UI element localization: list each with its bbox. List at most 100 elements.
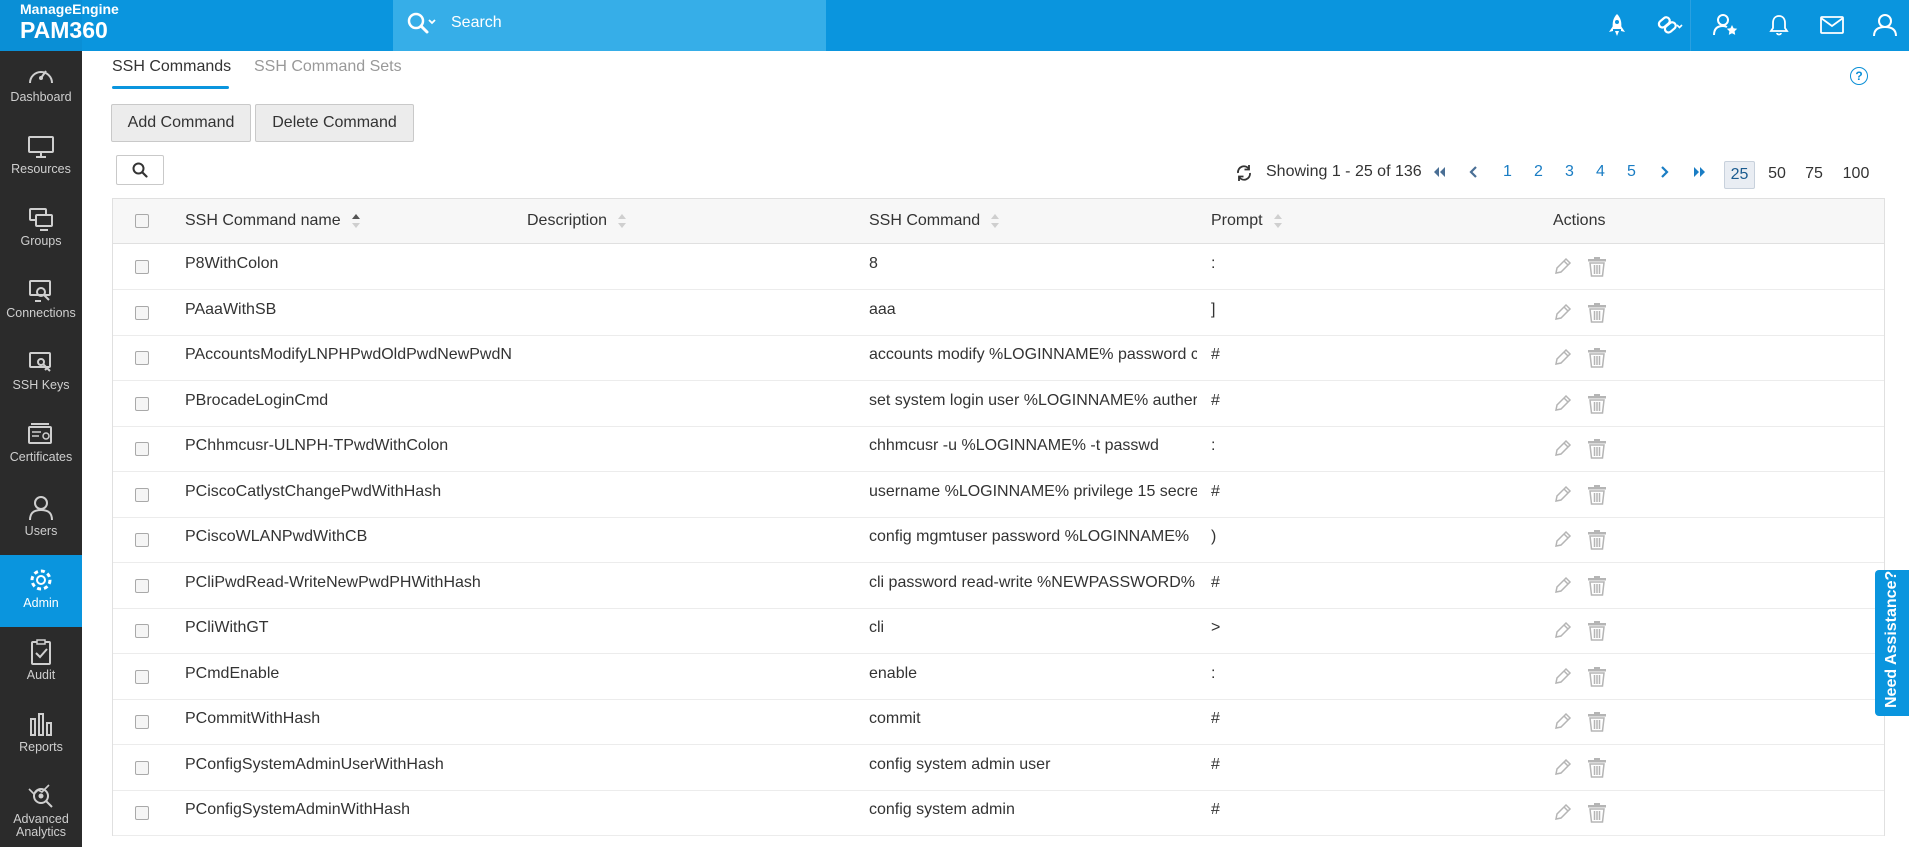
edit-icon[interactable]	[1553, 438, 1573, 463]
row-checkbox[interactable]	[135, 760, 149, 775]
trash-icon[interactable]	[1586, 620, 1608, 647]
trash-icon[interactable]	[1586, 575, 1608, 602]
sidebar-item-label: Reports	[19, 740, 63, 754]
sidebar-item-groups[interactable]: Groups	[0, 195, 82, 267]
row-checkbox[interactable]	[135, 260, 149, 274]
tab-ssh-command-sets[interactable]: SSH Command Sets	[254, 58, 402, 76]
sidebar-item-resources[interactable]: Resources	[0, 123, 82, 195]
page-link-1[interactable]: 1	[1503, 163, 1512, 181]
rocket-icon[interactable]	[1602, 10, 1632, 40]
search-input[interactable]: Search	[451, 14, 502, 32]
table-row[interactable]: PConfigSystemAdminUserWithHash config sys…	[113, 745, 1884, 791]
trash-icon[interactable]	[1586, 256, 1608, 283]
sidebar-item-connections[interactable]: Connections	[0, 267, 82, 339]
global-search[interactable]: Search	[393, 0, 826, 51]
page-link-3[interactable]: 3	[1565, 163, 1574, 181]
table-search-button[interactable]	[116, 155, 164, 185]
edit-icon[interactable]	[1553, 256, 1573, 281]
prev-page-icon[interactable]	[1466, 164, 1480, 185]
sidebar-item-advanced-analytics[interactable]: Advanced Analytics	[0, 771, 82, 843]
page-size-25[interactable]: 25	[1724, 161, 1755, 189]
page-link-5[interactable]: 5	[1627, 163, 1636, 181]
sidebar-item-audit[interactable]: Audit	[0, 627, 82, 699]
trash-icon[interactable]	[1586, 529, 1608, 556]
page-link-2[interactable]: 2	[1534, 163, 1543, 181]
edit-icon[interactable]	[1553, 666, 1573, 691]
table-row[interactable]: PChhmcusr-ULNPH-TPwdWithColon chhmcusr -u…	[113, 426, 1884, 472]
sidebar-item-users[interactable]: Users	[0, 483, 82, 555]
trash-icon[interactable]	[1586, 484, 1608, 511]
row-checkbox[interactable]	[135, 715, 149, 729]
sidebar-item-ssh-keys[interactable]: SSH Keys	[0, 339, 82, 411]
row-checkbox[interactable]	[135, 487, 149, 502]
edit-icon[interactable]	[1553, 393, 1573, 418]
select-all-checkbox[interactable]	[135, 214, 149, 228]
column-header-description[interactable]: Description	[527, 212, 627, 230]
first-page-icon[interactable]	[1431, 164, 1447, 185]
row-checkbox[interactable]	[135, 578, 149, 593]
user-star-icon[interactable]	[1711, 10, 1741, 40]
column-header-name[interactable]: SSH Command name	[185, 212, 361, 230]
page-link-4[interactable]: 4	[1596, 163, 1605, 181]
table-row[interactable]: PBrocadeLoginCmd set system login user %L…	[113, 381, 1884, 427]
link-icon[interactable]	[1654, 10, 1684, 40]
trash-icon[interactable]	[1586, 711, 1608, 738]
row-checkbox[interactable]	[135, 351, 149, 365]
trash-icon[interactable]	[1586, 393, 1608, 420]
sidebar-item-admin[interactable]: Admin	[0, 555, 82, 627]
row-checkbox[interactable]	[135, 305, 149, 320]
edit-icon[interactable]	[1553, 484, 1573, 509]
page-size-75[interactable]: 75	[1799, 161, 1829, 187]
delete-command-button[interactable]: Delete Command	[255, 104, 414, 142]
edit-icon[interactable]	[1553, 757, 1573, 782]
row-checkbox[interactable]	[135, 669, 149, 684]
row-checkbox[interactable]	[135, 624, 149, 638]
edit-icon[interactable]	[1553, 711, 1573, 736]
trash-icon[interactable]	[1586, 438, 1608, 465]
trash-icon[interactable]	[1586, 666, 1608, 693]
edit-icon[interactable]	[1553, 529, 1573, 554]
edit-icon[interactable]	[1553, 575, 1573, 600]
table-row[interactable]: PCmdEnable enable:	[113, 654, 1884, 700]
page-size-50[interactable]: 50	[1762, 161, 1792, 187]
next-page-icon[interactable]	[1658, 164, 1672, 185]
row-checkbox[interactable]	[135, 396, 149, 411]
table-row[interactable]: PCiscoCatlystChangePwdWithHash username %…	[113, 472, 1884, 518]
column-header-prompt[interactable]: Prompt	[1211, 212, 1283, 230]
column-header-command[interactable]: SSH Command	[869, 212, 1000, 230]
need-assistance-tab[interactable]: Need Assistance?	[1875, 570, 1909, 716]
mail-icon[interactable]	[1817, 10, 1847, 40]
trash-icon[interactable]	[1586, 302, 1608, 329]
help-icon[interactable]: ?	[1850, 67, 1868, 85]
table-row[interactable]: PCliWithGT cli >	[113, 608, 1884, 654]
search-icon[interactable]	[405, 10, 437, 45]
bell-icon[interactable]	[1764, 10, 1794, 40]
table-row[interactable]: PConfigSystemAdminWithHash config system …	[113, 790, 1884, 836]
logo[interactable]: ManageEngine PAM360	[0, 0, 119, 51]
row-checkbox[interactable]	[135, 806, 149, 820]
refresh-icon[interactable]	[1235, 164, 1253, 187]
add-command-button[interactable]: Add Command	[111, 104, 251, 142]
row-checkbox[interactable]	[135, 533, 149, 547]
table-row[interactable]: PCiscoWLANPwdWithCB config mgmtuser passw…	[113, 517, 1884, 563]
tab-ssh-commands[interactable]: SSH Commands	[112, 58, 231, 76]
table-row[interactable]: PAaaWithSB aaa]	[113, 290, 1884, 336]
table-row[interactable]: PCliPwdRead-WriteNewPwdPHWithHash cli pas…	[113, 563, 1884, 609]
profile-icon[interactable]	[1870, 10, 1900, 40]
trash-icon[interactable]	[1586, 347, 1608, 374]
page-size-100[interactable]: 100	[1836, 161, 1876, 187]
edit-icon[interactable]	[1553, 802, 1573, 827]
sidebar-item-certificates[interactable]: Certificates	[0, 411, 82, 483]
edit-icon[interactable]	[1553, 347, 1573, 372]
table-row[interactable]: P8WithColon 8:	[113, 244, 1884, 290]
edit-icon[interactable]	[1553, 302, 1573, 327]
edit-icon[interactable]	[1553, 620, 1573, 645]
table-row[interactable]: PAccountsModifyLNPHPwdOldPwdNewPwdN accou…	[113, 335, 1884, 381]
table-row[interactable]: PCommitWithHash commit #	[113, 699, 1884, 745]
sidebar-item-dashboard[interactable]: Dashboard	[0, 51, 82, 123]
trash-icon[interactable]	[1586, 802, 1608, 829]
row-checkbox[interactable]	[135, 442, 149, 456]
sidebar-item-reports[interactable]: Reports	[0, 699, 82, 771]
trash-icon[interactable]	[1586, 757, 1608, 784]
last-page-icon[interactable]	[1692, 164, 1708, 185]
